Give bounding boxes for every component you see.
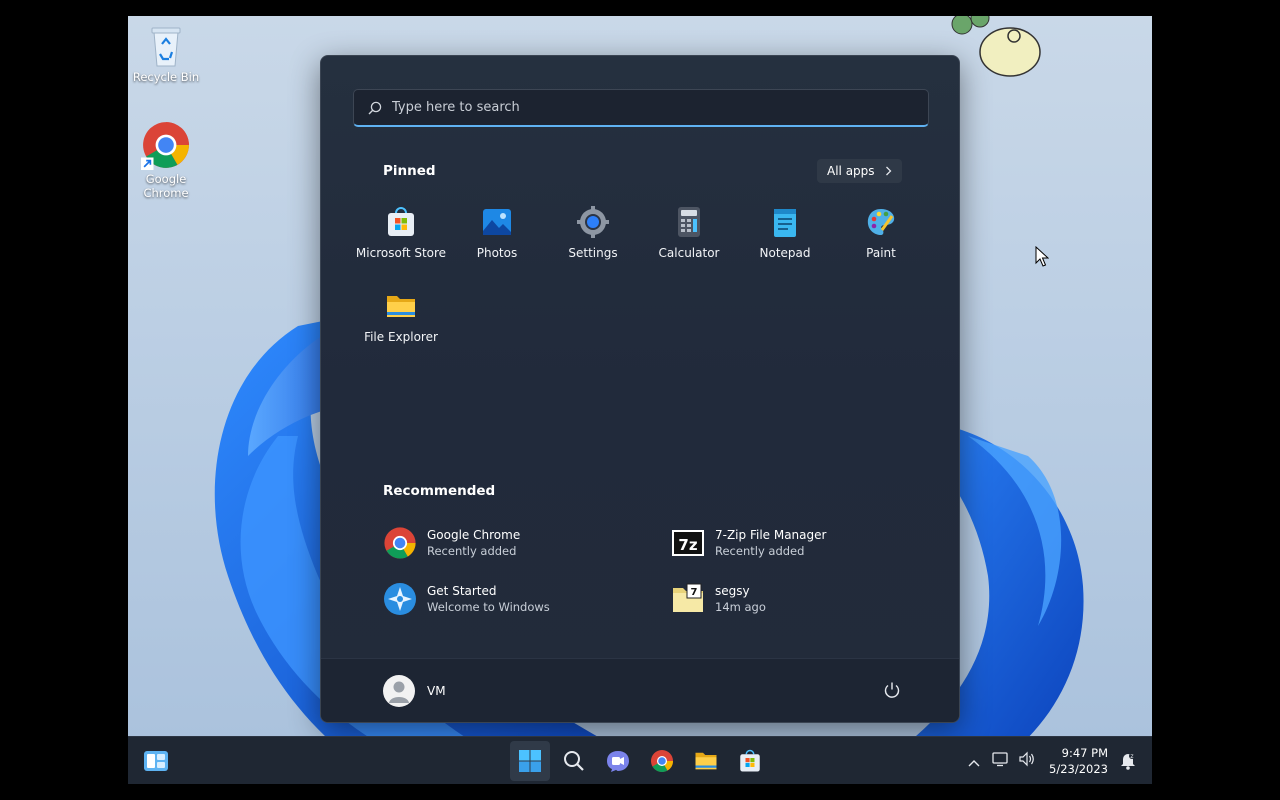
recommended-item-segsy[interactable]: 7 segsy 14m ago bbox=[671, 577, 931, 621]
recommended-subtitle: Recently added bbox=[427, 544, 517, 558]
recommended-title: Get Started bbox=[427, 584, 497, 598]
pinned-photos[interactable]: Photos bbox=[449, 200, 545, 280]
pinned-app-label: Notepad bbox=[759, 246, 811, 260]
all-apps-label: All apps bbox=[827, 164, 875, 178]
search-icon bbox=[368, 101, 382, 114]
volume-button[interactable] bbox=[1018, 751, 1036, 771]
teams-chat-icon bbox=[607, 751, 629, 772]
pinned-app-label: Microsoft Store bbox=[355, 246, 447, 260]
file-explorer-icon bbox=[387, 296, 415, 317]
pinned-heading: Pinned bbox=[383, 163, 436, 179]
pinned-calculator[interactable]: Calculator bbox=[641, 200, 737, 280]
recommended-title: Google Chrome bbox=[427, 528, 521, 542]
start-button[interactable] bbox=[510, 741, 550, 781]
settings-icon bbox=[577, 206, 609, 238]
taskbar-file-explorer-button[interactable] bbox=[686, 741, 726, 781]
network-button[interactable] bbox=[992, 751, 1010, 771]
volume-icon bbox=[1019, 751, 1034, 767]
recommended-item-google-chrome[interactable]: Google Chrome Recently added bbox=[383, 521, 643, 565]
notifications-button[interactable]: z bbox=[1120, 752, 1136, 774]
taskbar-microsoft-store-button[interactable] bbox=[730, 741, 770, 781]
notification-bell-icon: z bbox=[1121, 753, 1135, 770]
recommended-subtitle: Recently added bbox=[715, 544, 805, 558]
desktop-icon-label: Recycle Bin bbox=[132, 70, 200, 84]
network-icon bbox=[992, 752, 1008, 767]
avatar bbox=[383, 675, 415, 707]
search-icon bbox=[564, 751, 584, 771]
teams-chat-button[interactable] bbox=[598, 741, 638, 781]
recommended-item-7zip[interactable]: 7z 7-Zip File Manager Recently added bbox=[671, 521, 931, 565]
pinned-paint[interactable]: Paint bbox=[833, 200, 929, 280]
desktop-icon-recycle-bin[interactable]: Recycle Bin bbox=[128, 24, 204, 84]
pinned-microsoft-store[interactable]: Microsoft Store bbox=[353, 200, 449, 280]
recycle-bin-icon bbox=[151, 27, 181, 67]
all-apps-button[interactable]: All apps bbox=[817, 159, 902, 183]
recommended-title: 7-Zip File Manager bbox=[715, 528, 827, 542]
paint-icon bbox=[867, 209, 895, 235]
start-menu: Pinned All apps Microsoft Store bbox=[320, 55, 960, 723]
clock-date: 5/23/2023 bbox=[1049, 762, 1108, 776]
pinned-notepad[interactable]: Notepad bbox=[737, 200, 833, 280]
recommended-title: segsy bbox=[715, 584, 750, 598]
pinned-settings[interactable]: Settings bbox=[545, 200, 641, 280]
get-started-icon bbox=[384, 583, 416, 615]
chevron-right-icon bbox=[885, 166, 891, 176]
svg-text:z: z bbox=[1130, 753, 1133, 760]
power-icon bbox=[884, 682, 900, 698]
user-name: VM bbox=[427, 684, 446, 698]
widgets-icon bbox=[144, 751, 168, 771]
desktop-buddy-icon[interactable] bbox=[948, 16, 1048, 82]
microsoft-store-icon bbox=[740, 749, 760, 772]
taskbar-chrome-button[interactable] bbox=[642, 741, 682, 781]
start-icon bbox=[519, 750, 541, 772]
7zip-icon: 7z bbox=[672, 530, 704, 556]
show-hidden-icons-button[interactable] bbox=[968, 752, 980, 771]
pinned-app-label: File Explorer bbox=[364, 330, 438, 344]
svg-text:7z: 7z bbox=[678, 536, 697, 554]
archive-file-icon: 7 bbox=[673, 583, 703, 612]
chrome-icon bbox=[384, 527, 416, 559]
photos-icon bbox=[483, 209, 511, 235]
recommended-subtitle: Welcome to Windows bbox=[427, 600, 550, 614]
chrome-icon bbox=[141, 122, 189, 170]
recommended-subtitle: 14m ago bbox=[715, 600, 766, 614]
pinned-app-label: Settings bbox=[568, 246, 618, 260]
system-tray bbox=[968, 737, 1036, 784]
user-account-button[interactable]: VM bbox=[383, 675, 446, 707]
pinned-app-label: Paint bbox=[866, 246, 896, 260]
svg-text:7: 7 bbox=[691, 587, 698, 598]
microsoft-store-icon bbox=[388, 207, 414, 236]
taskbar-search-button[interactable] bbox=[554, 741, 594, 781]
recommended-item-get-started[interactable]: Get Started Welcome to Windows bbox=[383, 577, 643, 621]
taskbar: 9:47 PM 5/23/2023 z bbox=[128, 736, 1152, 784]
pinned-app-label: Calculator bbox=[658, 246, 720, 260]
chrome-icon bbox=[651, 750, 673, 772]
search-input[interactable] bbox=[392, 100, 892, 115]
desktop: Recycle Bin Google Chrome Pinned All bbox=[128, 16, 1152, 784]
desktop-icon-google-chrome[interactable]: Google Chrome bbox=[128, 120, 204, 200]
pinned-file-explorer[interactable]: File Explorer bbox=[353, 284, 449, 364]
calculator-icon bbox=[678, 207, 700, 237]
clock-time: 9:47 PM bbox=[1061, 746, 1108, 760]
notepad-icon bbox=[774, 209, 796, 237]
start-menu-footer: VM bbox=[321, 658, 959, 722]
recommended-heading: Recommended bbox=[383, 483, 496, 499]
clock[interactable]: 9:47 PM 5/23/2023 bbox=[1049, 745, 1108, 777]
power-button[interactable] bbox=[883, 681, 901, 703]
pinned-app-label: Photos bbox=[476, 246, 518, 260]
chevron-up-icon bbox=[968, 759, 980, 766]
file-explorer-icon bbox=[695, 752, 717, 770]
start-search-box[interactable] bbox=[353, 89, 929, 127]
mouse-cursor-icon bbox=[1035, 246, 1049, 267]
widgets-button[interactable] bbox=[136, 741, 176, 781]
desktop-icon-label: Google Chrome bbox=[143, 172, 189, 200]
user-icon bbox=[389, 681, 409, 703]
